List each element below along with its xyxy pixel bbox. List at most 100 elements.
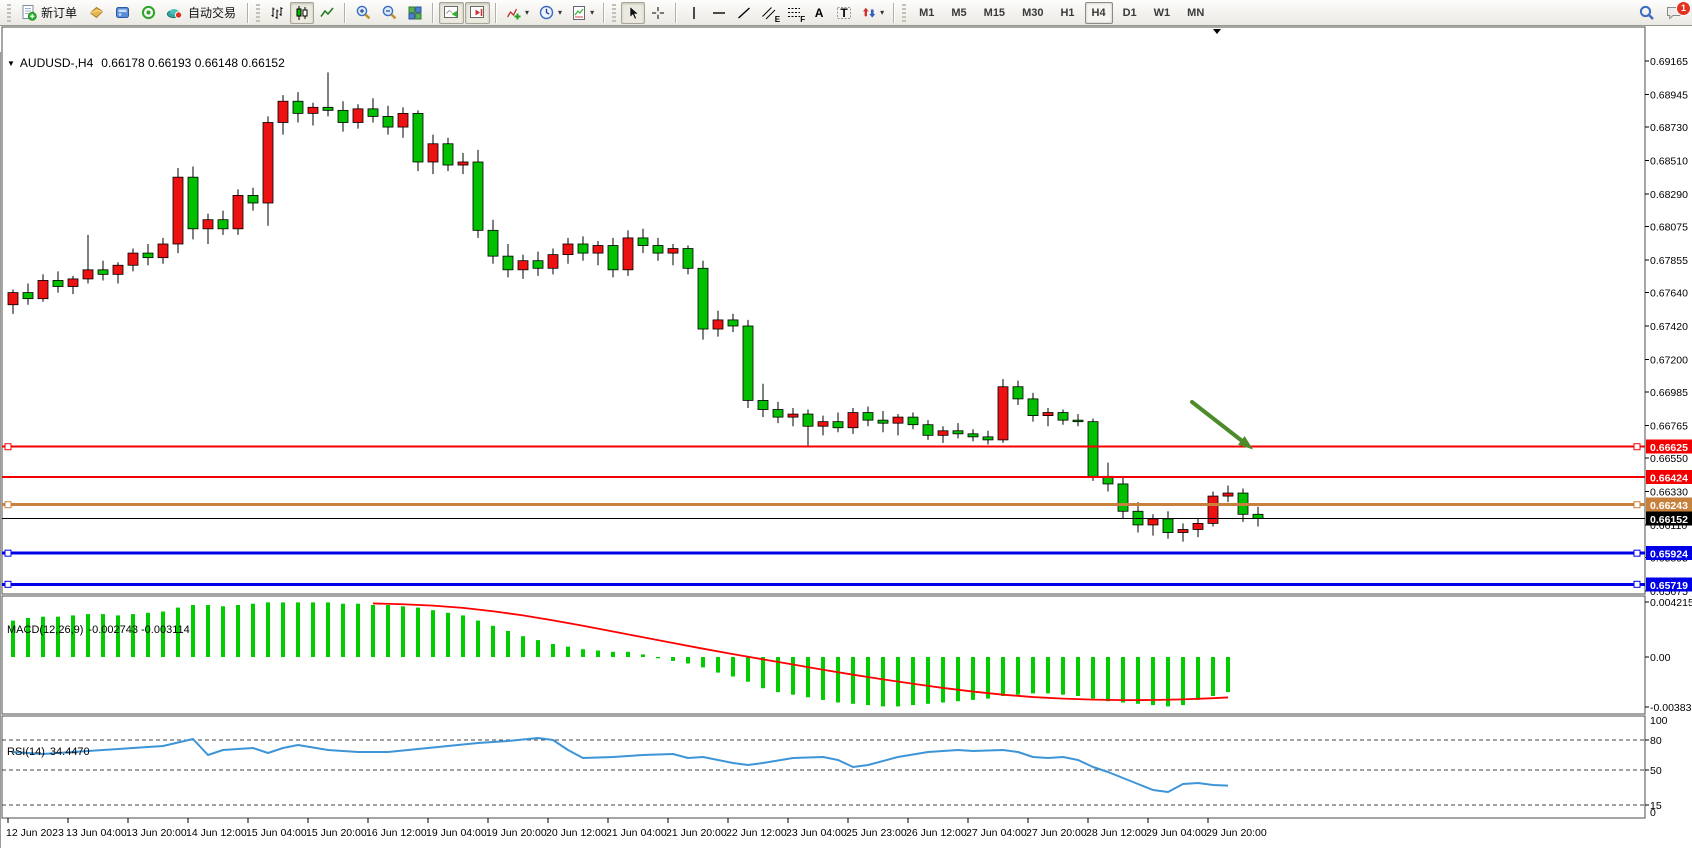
text-label-button[interactable]: T <box>832 2 856 24</box>
timeframe-m15-button[interactable]: M15 <box>977 2 1012 24</box>
search-button[interactable] <box>1634 2 1660 24</box>
time-axis-label: 19 Jun 20:00 <box>486 827 547 839</box>
time-axis-label: 21 Jun 04:00 <box>606 827 667 839</box>
crosshair-button[interactable] <box>646 2 670 24</box>
shift-marker-icon[interactable] <box>1213 29 1221 34</box>
auto-scroll-button[interactable] <box>439 2 464 24</box>
equidistant-channel-button[interactable]: E <box>757 2 781 24</box>
line-chart-icon <box>319 5 335 21</box>
candle-bearish <box>743 326 753 400</box>
candle-bullish <box>668 249 678 254</box>
macd-signal-line <box>373 603 1228 700</box>
auto-trading-icon <box>166 4 184 21</box>
text-button[interactable]: A <box>807 2 831 24</box>
bar-chart-button[interactable] <box>265 2 289 24</box>
arrows-dropdown-arrow-icon[interactable]: ▾ <box>880 8 884 17</box>
toolbar-grip[interactable] <box>902 4 906 22</box>
timeframe-w1-button[interactable]: W1 <box>1147 2 1178 24</box>
notification-badge: 1 <box>1676 1 1691 16</box>
chart-canvas[interactable]: 0.691650.689450.687300.685100.682900.680… <box>0 26 1692 848</box>
time-axis-label: 13 Jun 20:00 <box>126 827 187 839</box>
rsi-indicator-label: RSI(14)34.4470 <box>7 746 90 758</box>
timeframe-h1-button[interactable]: H1 <box>1053 2 1081 24</box>
candle-bearish <box>773 410 783 418</box>
chart-ohlc-quotes: 0.66178 0.66193 0.66148 0.66152 <box>101 56 285 70</box>
fibonacci-button[interactable]: F <box>782 2 806 24</box>
line-handle[interactable] <box>1634 444 1640 450</box>
candle-bearish <box>98 270 108 275</box>
templates-dropdown-arrow-icon[interactable]: ▾ <box>590 8 594 17</box>
candle-bullish <box>563 244 573 255</box>
indicators-button[interactable]: ▾ <box>502 2 533 24</box>
rsi-axis-label: 0 <box>1650 807 1656 819</box>
candle-bearish <box>1088 422 1098 477</box>
arrows-button[interactable]: ▾ <box>857 2 888 24</box>
time-axis-label: 19 Jun 04:00 <box>426 827 487 839</box>
toolbar-separator <box>344 3 346 23</box>
line-handle[interactable] <box>5 581 11 587</box>
signals-button[interactable] <box>136 2 161 24</box>
rsi-value: 34.4470 <box>50 746 90 758</box>
chart-area[interactable]: 0.691650.689450.687300.685100.682900.680… <box>0 26 1692 848</box>
data-window-button[interactable] <box>110 2 135 24</box>
bar-chart-icon <box>269 5 285 21</box>
line-handle[interactable] <box>1634 550 1640 556</box>
indicators-dropdown-arrow-icon[interactable]: ▾ <box>525 8 529 17</box>
toolbar-separator <box>603 3 605 23</box>
text-label-glyph: T <box>833 7 855 19</box>
rsi-axis-label: 100 <box>1650 715 1668 727</box>
trendline-button[interactable] <box>732 2 756 24</box>
timeframe-m30-button[interactable]: M30 <box>1015 2 1050 24</box>
line-handle[interactable] <box>1634 502 1640 508</box>
timeframe-d1-button[interactable]: D1 <box>1116 2 1144 24</box>
toolbar-grip[interactable] <box>7 4 11 22</box>
toolbar-separator <box>247 3 249 23</box>
candle-bearish <box>608 246 618 270</box>
toolbar-grip[interactable] <box>612 4 616 22</box>
candlestick-chart-button[interactable] <box>290 2 314 24</box>
zoom-in-icon <box>355 4 372 21</box>
time-axis-label: 28 Jun 12:00 <box>1086 827 1147 839</box>
periods-dropdown-arrow-icon[interactable]: ▾ <box>558 8 562 17</box>
line-chart-button[interactable] <box>315 2 339 24</box>
toolbar-separator <box>495 3 497 23</box>
toolbar: 新订单 自动交易 ▾ ▾ ▾ EFAT ▾ M1M5M15M30H1H4D1W1MN 1 <box>0 0 1692 26</box>
charts-profile-button[interactable] <box>84 2 109 24</box>
auto-trading-button[interactable]: 自动交易 <box>162 2 242 24</box>
candle-bearish <box>863 413 873 421</box>
panel-frame <box>2 27 1645 594</box>
timeframe-m1-button[interactable]: M1 <box>912 2 941 24</box>
new-order-button[interactable]: 新订单 <box>16 2 83 24</box>
charts-gold-icon <box>88 4 105 21</box>
line-handle[interactable] <box>5 550 11 556</box>
line-handle[interactable] <box>5 444 11 450</box>
toolbar-grip[interactable] <box>256 4 260 22</box>
one-click-trading-arrow-icon[interactable]: ▼ <box>7 59 15 68</box>
candlestick-icon <box>294 5 310 21</box>
zoom-out-button[interactable] <box>377 2 402 24</box>
notifications-button[interactable]: 1 <box>1661 2 1687 24</box>
candle-bearish <box>878 420 888 423</box>
zoom-in-button[interactable] <box>351 2 376 24</box>
timeframe-m5-button[interactable]: M5 <box>944 2 973 24</box>
chart-shift-button[interactable] <box>465 2 490 24</box>
horizontal-line-button[interactable] <box>707 2 731 24</box>
line-handle[interactable] <box>1634 581 1640 587</box>
vertical-line-button[interactable] <box>682 2 706 24</box>
periods-button[interactable]: ▾ <box>534 2 566 24</box>
price-line-label: 0.66243 <box>1650 500 1688 512</box>
templates-button[interactable]: ▾ <box>567 2 598 24</box>
tile-windows-button[interactable] <box>403 2 427 24</box>
timeframe-h4-button[interactable]: H4 <box>1085 2 1113 24</box>
cursor-button[interactable] <box>621 2 645 24</box>
data-window-icon <box>114 4 131 21</box>
time-axis-label: 22 Jun 12:00 <box>726 827 787 839</box>
trend-arrow[interactable] <box>1192 402 1246 444</box>
line-handle[interactable] <box>5 502 11 508</box>
candle-bearish <box>698 268 708 329</box>
auto-trading-label: 自动交易 <box>188 4 236 21</box>
time-axis-label: 20 Jun 12:00 <box>546 827 607 839</box>
candle-bullish <box>353 109 363 123</box>
timeframe-mn-button[interactable]: MN <box>1180 2 1211 24</box>
candle-bearish <box>188 177 198 229</box>
